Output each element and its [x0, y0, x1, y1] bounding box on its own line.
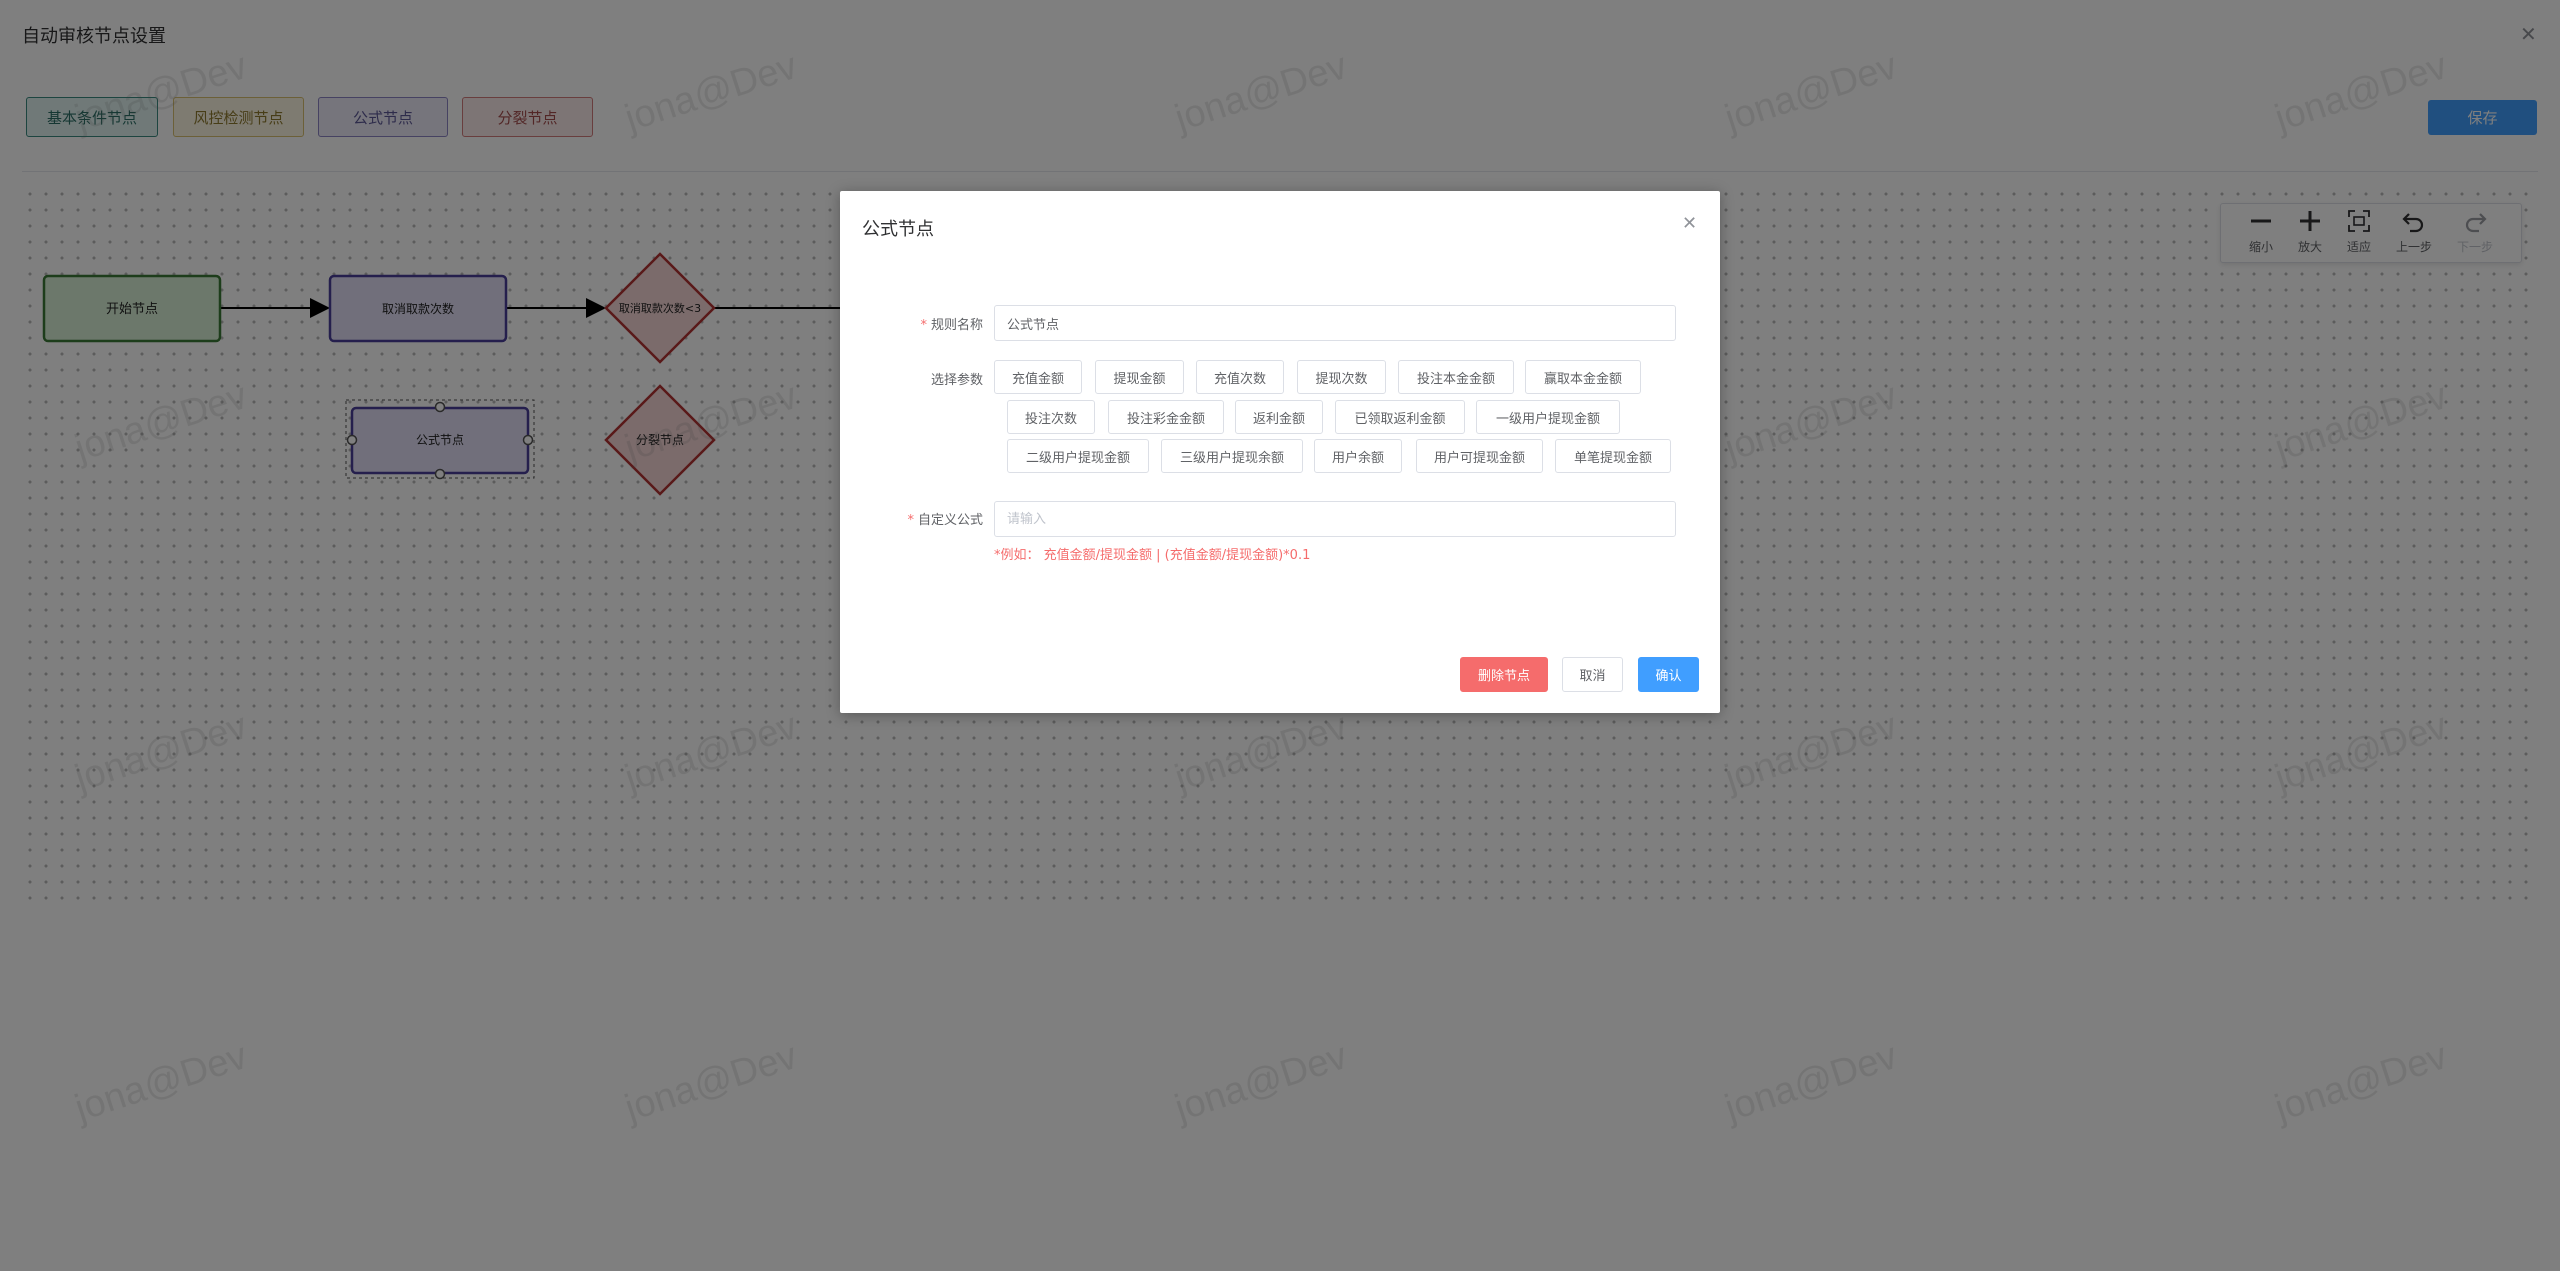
delete-node-button[interactable]: 删除节点: [1460, 657, 1548, 692]
formula-node-dialog: 公式节点 ✕ *规则名称 选择参数 充值金额 提现金额 充值次数 提现次数 投注…: [840, 191, 1720, 713]
formula-label: * 自定义公式: [907, 513, 983, 528]
param-button[interactable]: 已领取返利金额: [1335, 400, 1465, 434]
cancel-button[interactable]: 取消: [1562, 657, 1623, 692]
param-button[interactable]: 投注次数: [1007, 400, 1095, 434]
param-button[interactable]: 提现金额: [1095, 360, 1184, 394]
param-button[interactable]: 单笔提现金额: [1555, 439, 1671, 473]
param-button[interactable]: 赢取本金金额: [1525, 360, 1641, 394]
param-button[interactable]: 充值金额: [994, 360, 1082, 394]
params-label: 选择参数: [930, 373, 983, 388]
param-button[interactable]: 用户可提现金额: [1416, 439, 1543, 473]
param-button[interactable]: 提现次数: [1297, 360, 1386, 394]
rule-name-input[interactable]: [994, 305, 1676, 341]
formula-hint: *例如： 充值金额/提现金额 | (充值金额/提现金额)*0.1: [994, 548, 1311, 563]
param-button[interactable]: 投注彩金金额: [1108, 400, 1224, 434]
rule-name-label: * 规则名称: [920, 318, 983, 333]
rule-name-label-text: 规则名称: [930, 318, 983, 333]
param-button[interactable]: 二级用户提现金额: [1007, 439, 1149, 473]
param-button[interactable]: 投注本金金额: [1398, 360, 1514, 394]
param-button[interactable]: 返利金额: [1235, 400, 1323, 434]
param-button[interactable]: 充值次数: [1196, 360, 1284, 394]
param-button[interactable]: 三级用户提现余额: [1161, 439, 1303, 473]
formula-label-text: 自定义公式: [917, 513, 983, 528]
dialog-title: 公式节点: [862, 219, 934, 240]
dialog-close-icon[interactable]: ✕: [1682, 213, 1697, 234]
formula-input[interactable]: [994, 501, 1676, 537]
param-button[interactable]: 一级用户提现金额: [1476, 400, 1620, 434]
confirm-button[interactable]: 确认: [1638, 657, 1699, 692]
param-button[interactable]: 用户余额: [1314, 439, 1402, 473]
